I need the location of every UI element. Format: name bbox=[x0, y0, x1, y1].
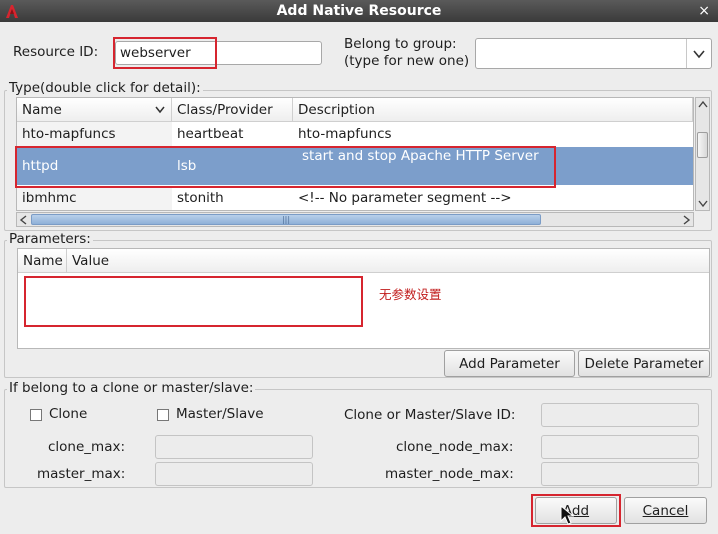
row-provider: stonith bbox=[177, 190, 224, 206]
group-label-line1: Belong to group: bbox=[344, 36, 457, 52]
column-header-provider[interactable]: Class/Provider bbox=[172, 98, 293, 122]
clone-id-label: Clone or Master/Slave ID: bbox=[344, 407, 516, 423]
annotation-box-add bbox=[531, 494, 621, 527]
table-row[interactable]: hto-mapfuncs heartbeat hto-mapfuncs bbox=[17, 122, 693, 146]
close-icon[interactable]: × bbox=[698, 0, 710, 22]
master-slave-checkbox[interactable] bbox=[157, 409, 169, 421]
master-node-max-input[interactable] bbox=[541, 462, 699, 486]
mouse-cursor-icon bbox=[560, 505, 574, 525]
group-label: Belong to group: (type for new one) bbox=[344, 36, 469, 70]
clone-id-input[interactable] bbox=[541, 403, 699, 427]
delete-parameter-button[interactable]: Delete Parameter bbox=[578, 350, 710, 377]
scroll-right-icon[interactable] bbox=[681, 215, 691, 225]
row-name: hto-mapfuncs bbox=[17, 122, 172, 146]
clone-max-input[interactable] bbox=[155, 435, 313, 459]
scroll-up-icon[interactable] bbox=[698, 100, 708, 110]
horizontal-scroll-thumb[interactable]: ||| bbox=[31, 214, 541, 225]
param-header-value[interactable]: Value bbox=[67, 249, 709, 273]
clone-checkbox-label: Clone bbox=[49, 406, 88, 422]
row-provider: heartbeat bbox=[177, 126, 244, 142]
add-parameter-button[interactable]: Add Parameter bbox=[444, 350, 575, 377]
clone-legend: If belong to a clone or master/slave: bbox=[7, 380, 256, 396]
scroll-down-icon[interactable] bbox=[698, 198, 708, 208]
param-header-name[interactable]: Name bbox=[18, 249, 67, 273]
clone-checkbox[interactable] bbox=[30, 409, 42, 421]
clone-node-max-label: clone_node_max: bbox=[396, 439, 514, 455]
group-label-line2: (type for new one) bbox=[344, 53, 470, 69]
window-title: Add Native Resource bbox=[276, 3, 442, 19]
row-name: ibmhmc bbox=[17, 186, 172, 210]
scroll-left-icon[interactable] bbox=[19, 215, 29, 225]
group-combobox[interactable] bbox=[475, 38, 712, 69]
master-max-label: master_max: bbox=[37, 466, 126, 482]
column-header-name[interactable]: Name bbox=[17, 98, 172, 122]
annotation-box-resource-id bbox=[113, 37, 217, 69]
annotation-box-parameters bbox=[24, 276, 363, 327]
resource-id-label: Resource ID: bbox=[13, 44, 99, 60]
type-legend: Type(double click for detail): bbox=[7, 80, 203, 96]
vertical-scroll-thumb[interactable] bbox=[697, 132, 708, 158]
vertical-scrollbar[interactable] bbox=[695, 97, 710, 211]
column-header-name-label: Name bbox=[22, 102, 62, 118]
scroll-grip: ||| bbox=[281, 215, 291, 224]
title-bar: Add Native Resource bbox=[0, 0, 718, 22]
clone-node-max-input[interactable] bbox=[541, 435, 699, 459]
column-header-description[interactable]: Description bbox=[293, 98, 693, 122]
horizontal-scrollbar[interactable]: ||| bbox=[16, 212, 694, 227]
parameters-legend: Parameters: bbox=[7, 231, 93, 247]
master-max-input[interactable] bbox=[155, 462, 313, 486]
sort-chevron-down-icon[interactable] bbox=[155, 106, 165, 114]
annotation-note: 无参数设置 bbox=[379, 287, 442, 302]
clone-max-label: clone_max: bbox=[48, 439, 126, 455]
master-node-max-label: master_node_max: bbox=[385, 466, 514, 482]
chevron-down-icon[interactable] bbox=[693, 49, 705, 59]
master-slave-checkbox-label: Master/Slave bbox=[176, 406, 264, 422]
row-description: <!-- No parameter segment --> bbox=[298, 190, 512, 206]
row-description: hto-mapfuncs bbox=[298, 126, 392, 142]
annotation-box-selected-row bbox=[15, 146, 556, 188]
app-logo-icon bbox=[6, 5, 18, 18]
cancel-button[interactable]: Cancel bbox=[624, 497, 707, 524]
table-row[interactable]: ibmhmc stonith <!-- No parameter segment… bbox=[17, 186, 693, 210]
